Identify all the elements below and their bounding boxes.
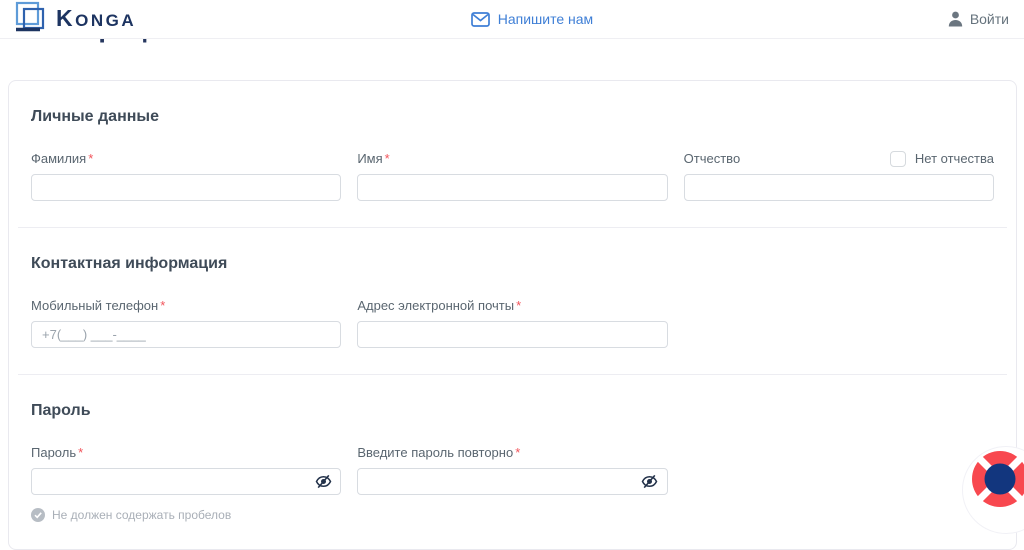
section-title-personal: Личные данные: [31, 108, 994, 126]
password-hint-row: Не должен содержать пробелов: [31, 508, 994, 522]
password-repeat-field-group: Введите пароль повторно*: [357, 444, 667, 495]
required-mark: *: [516, 298, 521, 313]
user-icon: [948, 11, 963, 27]
last-name-label: Фамилия*: [31, 151, 93, 166]
contact-fields-row: Мобильный телефон* Адрес электронной поч…: [31, 297, 994, 348]
last-name-input[interactable]: [31, 174, 341, 201]
personal-fields-row: Фамилия* Имя* Отчество Нет отчества: [31, 150, 994, 201]
phone-input[interactable]: [31, 321, 341, 348]
password-field-group: Пароль*: [31, 444, 341, 495]
registration-card: Личные данные Фамилия* Имя* Отчество Нет…: [8, 80, 1017, 550]
middle-name-input[interactable]: [684, 174, 994, 201]
password-input[interactable]: [31, 468, 341, 495]
section-divider: [18, 227, 1007, 228]
email-label: Адрес электронной почты*: [357, 298, 521, 313]
check-circle-icon: [31, 508, 45, 522]
logo-squares-icon: [15, 1, 49, 38]
section-divider: [18, 374, 1007, 375]
envelope-icon: [471, 12, 490, 27]
eye-off-icon[interactable]: [313, 472, 333, 492]
section-title-password: Пароль: [31, 402, 994, 420]
first-name-label: Имя*: [357, 151, 389, 166]
required-mark: *: [78, 445, 83, 460]
required-mark: *: [515, 445, 520, 460]
last-name-field-group: Фамилия*: [31, 150, 341, 201]
section-title-contact: Контактная информация: [31, 255, 994, 273]
password-hint-text: Не должен содержать пробелов: [52, 508, 231, 522]
email-input[interactable]: [357, 321, 667, 348]
eye-off-icon[interactable]: [640, 472, 660, 492]
logo[interactable]: Konga: [15, 1, 136, 38]
login-button[interactable]: Войти: [948, 11, 1009, 27]
no-middle-name-label: Нет отчества: [915, 151, 994, 166]
password-repeat-label: Введите пароль повторно*: [357, 445, 520, 460]
first-name-input[interactable]: [357, 174, 667, 201]
password-label: Пароль*: [31, 445, 83, 460]
password-repeat-input[interactable]: [357, 468, 667, 495]
required-mark: *: [385, 151, 390, 166]
email-field-group: Адрес электронной почты*: [357, 297, 667, 348]
phone-field-group: Мобильный телефон*: [31, 297, 341, 348]
phone-label: Мобильный телефон*: [31, 298, 165, 313]
first-name-field-group: Имя*: [357, 150, 667, 201]
login-label: Войти: [970, 11, 1009, 27]
required-mark: *: [88, 151, 93, 166]
no-middle-name-checkbox[interactable]: [890, 151, 906, 167]
middle-name-field-group: Отчество Нет отчества: [684, 150, 994, 201]
no-middle-name-checkbox-wrap[interactable]: Нет отчества: [890, 151, 994, 167]
password-fields-row: Пароль* Введите пароль повторно*: [31, 444, 994, 495]
required-mark: *: [160, 298, 165, 313]
top-header: Konga Напишите нам Войти: [0, 0, 1024, 39]
logo-text: Konga: [56, 5, 136, 34]
contact-us-label: Напишите нам: [498, 11, 593, 27]
middle-name-label: Отчество: [684, 151, 741, 166]
contact-us-link[interactable]: Напишите нам: [471, 11, 593, 27]
